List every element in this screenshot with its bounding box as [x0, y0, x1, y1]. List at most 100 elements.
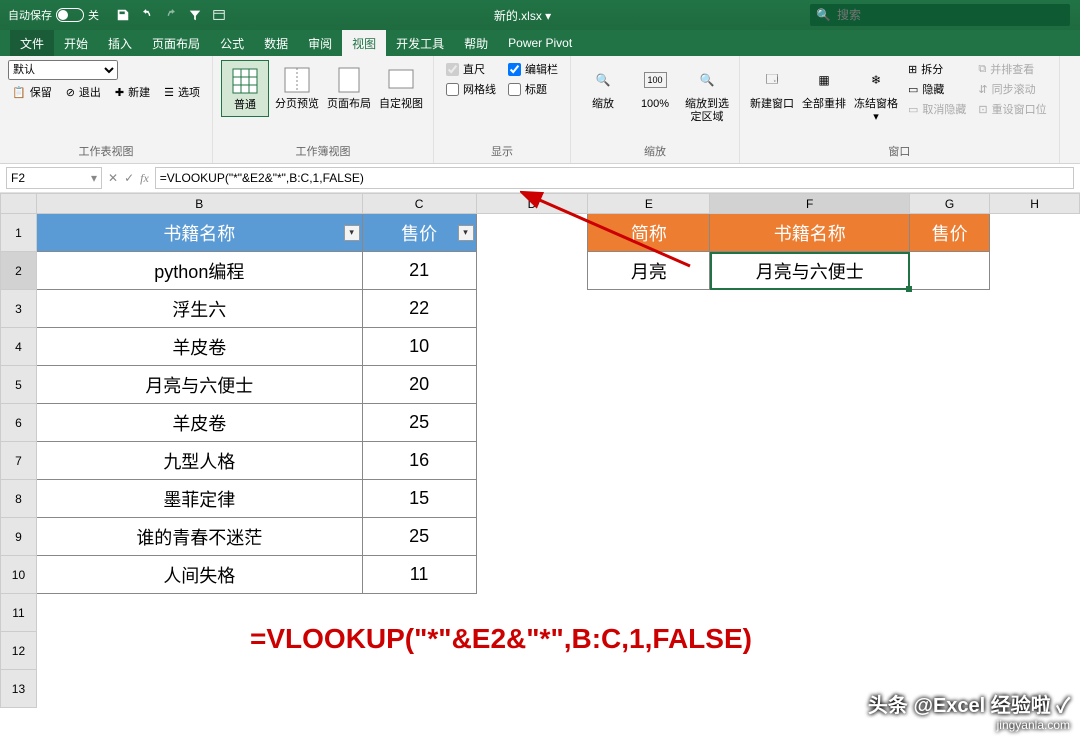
undo-icon[interactable]: [139, 7, 155, 23]
cell[interactable]: 22: [362, 290, 476, 328]
cell[interactable]: [990, 594, 1080, 632]
cell[interactable]: [710, 518, 910, 556]
worksheet[interactable]: BCDEFGH 1书籍名称▾售价▾简称书籍名称售价2python编程21月亮月亮…: [0, 193, 1080, 708]
cell[interactable]: [476, 404, 588, 442]
cell[interactable]: [990, 366, 1080, 404]
cell[interactable]: [588, 518, 710, 556]
custom-view-button[interactable]: 自定视图: [377, 60, 425, 115]
fx-icon[interactable]: fx: [140, 171, 149, 186]
save-icon[interactable]: [115, 7, 131, 23]
col-header[interactable]: C: [362, 194, 476, 214]
zoom-button[interactable]: 🔍缩放: [579, 60, 627, 115]
ruler-checkbox[interactable]: 直尺: [442, 60, 500, 78]
cell[interactable]: 月亮: [588, 252, 710, 290]
cell[interactable]: [588, 670, 710, 708]
row-header[interactable]: 12: [1, 632, 37, 670]
cell[interactable]: 16: [362, 442, 476, 480]
enter-icon[interactable]: ✓: [124, 171, 134, 186]
cell[interactable]: [990, 214, 1080, 252]
cell[interactable]: [710, 480, 910, 518]
col-header[interactable]: D: [476, 194, 588, 214]
cell[interactable]: [910, 404, 990, 442]
pagebreak-button[interactable]: 分页预览: [273, 60, 321, 115]
cell[interactable]: [990, 480, 1080, 518]
cell[interactable]: [910, 252, 990, 290]
cell[interactable]: 20: [362, 366, 476, 404]
cell[interactable]: 15: [362, 480, 476, 518]
cell[interactable]: [476, 328, 588, 366]
normal-view-button[interactable]: 普通: [221, 60, 269, 117]
keep-button[interactable]: 📋保留: [8, 83, 56, 101]
formula-input[interactable]: =VLOOKUP("*"&E2&"*",B:C,1,FALSE): [155, 167, 1074, 189]
cell[interactable]: [990, 404, 1080, 442]
cell[interactable]: 谁的青春不迷茫: [36, 518, 362, 556]
cell[interactable]: [476, 480, 588, 518]
formulabar-checkbox[interactable]: 编辑栏: [504, 60, 562, 78]
cell[interactable]: [476, 518, 588, 556]
zoom100-button[interactable]: 100100%: [631, 60, 679, 115]
arrange-button[interactable]: ▦全部重排: [800, 60, 848, 115]
cell[interactable]: [476, 290, 588, 328]
cell[interactable]: [990, 518, 1080, 556]
cell[interactable]: 月亮与六便士: [710, 252, 910, 290]
row-header[interactable]: 11: [1, 594, 37, 632]
cell[interactable]: [910, 518, 990, 556]
row-header[interactable]: 6: [1, 404, 37, 442]
cell[interactable]: 10: [362, 328, 476, 366]
freeze-button[interactable]: ❄冻结窗格 ▾: [852, 60, 900, 128]
split-button[interactable]: ⊞ 拆分: [904, 60, 970, 78]
name-box[interactable]: F2▾: [6, 167, 102, 189]
filter-dropdown-icon[interactable]: ▾: [344, 225, 360, 241]
cell[interactable]: 羊皮卷: [36, 404, 362, 442]
hide-button[interactable]: ▭ 隐藏: [904, 80, 970, 98]
headings-checkbox[interactable]: 标题: [504, 80, 562, 98]
cell[interactable]: [476, 556, 588, 594]
tab-help[interactable]: 帮助: [454, 30, 498, 56]
cell[interactable]: 售价▾: [362, 214, 476, 252]
new-button[interactable]: ✚新建: [111, 83, 154, 101]
tab-home[interactable]: 开始: [54, 30, 98, 56]
cell[interactable]: [710, 404, 910, 442]
tab-review[interactable]: 审阅: [298, 30, 342, 56]
search-box[interactable]: 🔍: [810, 4, 1070, 26]
cell[interactable]: 简称: [588, 214, 710, 252]
cell[interactable]: 11: [362, 556, 476, 594]
tab-formulas[interactable]: 公式: [210, 30, 254, 56]
row-header[interactable]: 10: [1, 556, 37, 594]
tab-insert[interactable]: 插入: [98, 30, 142, 56]
cell[interactable]: 25: [362, 404, 476, 442]
cell[interactable]: [990, 290, 1080, 328]
cell[interactable]: [476, 214, 588, 252]
tab-layout[interactable]: 页面布局: [142, 30, 210, 56]
search-input[interactable]: [837, 8, 1064, 22]
options-button[interactable]: ☰选项: [160, 83, 204, 101]
zoom-selection-button[interactable]: 🔍缩放到选定区域: [683, 60, 731, 128]
sheet-view-dropdown[interactable]: 默认: [8, 60, 118, 80]
cell[interactable]: [476, 670, 588, 708]
cell[interactable]: [476, 252, 588, 290]
cell[interactable]: [910, 632, 990, 670]
cell[interactable]: [710, 290, 910, 328]
tab-dev[interactable]: 开发工具: [386, 30, 454, 56]
tab-file[interactable]: 文件: [10, 30, 54, 56]
cell[interactable]: [910, 594, 990, 632]
col-header[interactable]: H: [990, 194, 1080, 214]
cell[interactable]: 书籍名称▾: [36, 214, 362, 252]
cell[interactable]: [910, 480, 990, 518]
cell[interactable]: [910, 366, 990, 404]
cell[interactable]: [588, 480, 710, 518]
cell[interactable]: [910, 290, 990, 328]
tab-data[interactable]: 数据: [254, 30, 298, 56]
cell[interactable]: 羊皮卷: [36, 328, 362, 366]
cell[interactable]: [990, 442, 1080, 480]
cell[interactable]: 浮生六: [36, 290, 362, 328]
cell[interactable]: 书籍名称: [710, 214, 910, 252]
cell[interactable]: [476, 366, 588, 404]
cell[interactable]: [710, 442, 910, 480]
cell[interactable]: [362, 670, 476, 708]
cancel-icon[interactable]: ✕: [108, 171, 118, 186]
cell[interactable]: 人间失格: [36, 556, 362, 594]
exit-button[interactable]: ⊘退出: [62, 83, 105, 101]
row-header[interactable]: 1: [1, 214, 37, 252]
row-header[interactable]: 3: [1, 290, 37, 328]
